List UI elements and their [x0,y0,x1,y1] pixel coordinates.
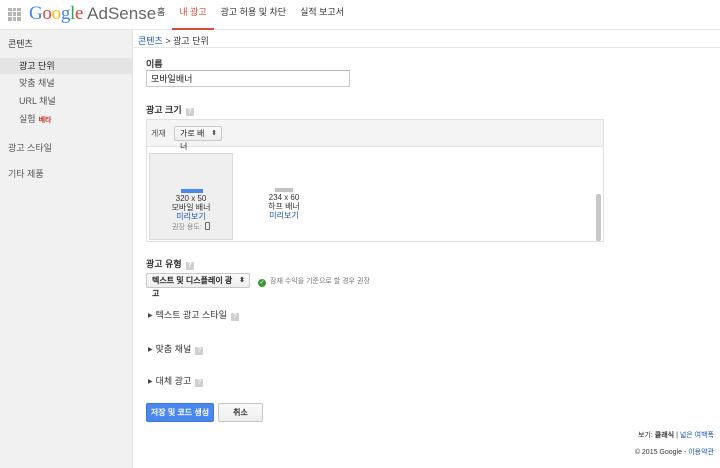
ad-type-recommendation: ✓ 잠재 수익을 기준으로 할 경우 권장 [258,276,370,287]
cancel-button[interactable]: 취소 [218,403,263,422]
recommended-usage: 권장 용도: [172,222,210,232]
section-text-ad-style-label: 텍스트 광고 스타일 [155,310,227,320]
terms-link[interactable]: 이용약관 [688,449,714,456]
ad-type-select[interactable]: 텍스트 및 디스플레이 광고 ⬍ [146,273,250,298]
view-mode-switcher: 보기: 클래식 | 넓은 여백폭 [638,430,714,440]
sidebar-item-other-products[interactable]: 기타 제품 [8,167,44,180]
ad-size-scrollbar[interactable] [596,194,601,241]
beta-badge: 베타 [38,117,52,124]
nav-allow-block-ads[interactable]: 광고 허용 및 차단 [214,0,293,30]
placement-select[interactable]: 가로 배너 ⬍ [174,126,222,151]
logo-google-text: Google [29,3,84,24]
ad-size-option-320x50[interactable]: 320 x 50 모바일 배너 미리보기 권장 용도: [149,153,233,240]
placement-filter-label: 게재 [151,129,166,138]
ad-type-label: 광고 유형? [146,257,194,270]
ad-size-filter-bar: 게재 가로 배너 ⬍ [147,120,603,151]
ad-type-label-text: 광고 유형 [146,259,182,269]
nav-performance-reports[interactable]: 실적 보고서 [293,0,351,30]
expand-caret-icon: ▶ [148,347,153,353]
name-label: 이름 [146,59,163,69]
nav-my-ads[interactable]: 내 광고 [172,0,214,30]
recommended-label: 권장 용도: [172,224,202,231]
sidebar-item-experiments[interactable]: 실험 베타 [0,111,133,127]
backup-ads-help-icon[interactable]: ? [195,379,204,387]
expand-caret-icon: ▶ [148,379,153,385]
expand-caret-icon: ▶ [148,313,153,319]
banner-thumbnail-320x50 [181,189,203,193]
placement-select-value: 가로 배너 [180,129,205,151]
preview-link-234x60[interactable]: 미리보기 [242,211,326,220]
ad-size-320x50-text: 320 x 50 모바일 배너 미리보기 [150,194,232,221]
ad-type-note-text: 잠재 수익을 기준으로 할 경우 권장 [270,278,370,285]
sidebar-item-experiments-label: 실험 [19,114,36,124]
banner-thumbnail-234x60 [275,188,293,192]
breadcrumb: 콘텐츠 > 광고 단위 [138,34,209,47]
select-arrows-icon: ⬍ [239,277,245,284]
sidebar-item-ad-units[interactable]: 광고 단위 [0,58,133,74]
section-custom-channels[interactable]: ▶ 맞춤 채널? [148,342,204,355]
section-text-ad-style[interactable]: ▶ 텍스트 광고 스타일? [148,308,239,321]
breadcrumb-current: 광고 단위 [173,36,209,46]
copyright-footer: © 2015 Google - 이용약관 [635,447,714,457]
sidebar-heading-content[interactable]: 콘텐츠 [8,37,33,50]
ad-size-name: 하프 배너 [268,202,300,211]
ad-size-option-234x60[interactable]: 234 x 60 하프 배너 미리보기 [242,153,326,240]
ad-size-panel: 게재 가로 배너 ⬍ 320 x 50 모바일 배너 미리보기 권장 용도: 2… [146,119,604,242]
section-backup-ads-label: 대체 광고 [155,376,192,386]
ad-size-help-icon[interactable]: ? [185,108,194,116]
preview-link-320x50[interactable]: 미리보기 [150,212,232,221]
ad-size-label-text: 광고 크기 [146,105,182,115]
ad-size-name: 모바일 배너 [171,203,211,212]
custom-channels-help-icon[interactable]: ? [195,347,204,355]
ad-size-234x60-text: 234 x 60 하프 배너 미리보기 [242,193,326,220]
mobile-phone-icon [204,222,210,230]
section-backup-ads[interactable]: ▶ 대체 광고? [148,374,204,387]
copyright-text: © 2015 Google - [634,449,687,456]
sidebar: 콘텐츠 광고 단위 맞춤 채널 URL 채널 실험 베타 광고 스타일 기타 제품 [0,30,133,468]
text-ad-style-help-icon[interactable]: ? [230,313,239,321]
check-circle-icon: ✓ [258,279,266,287]
breadcrumb-divider [133,47,720,48]
sidebar-item-ad-styles[interactable]: 광고 스타일 [8,141,52,154]
apps-grid-icon[interactable] [8,7,21,21]
sidebar-item-url-channels[interactable]: URL 채널 [0,93,133,109]
sidebar-item-custom-channels[interactable]: 맞춤 채널 [0,75,133,91]
logo-adsense-text: AdSense [87,4,157,23]
select-arrows-icon: ⬍ [211,130,217,137]
ad-size-dims: 320 x 50 [175,194,207,203]
nav-home[interactable]: 홈 [150,0,172,30]
ad-type-select-value: 텍스트 및 디스플레이 광고 [152,276,233,298]
google-adsense-logo[interactable]: Google AdSense [8,3,156,25]
breadcrumb-content-link[interactable]: 콘텐츠 [138,36,163,46]
ad-size-dims: 234 x 60 [268,193,300,202]
view-current: 클래식 [654,432,675,439]
top-bar: Google AdSense 홈 내 광고 광고 허용 및 차단 실적 보고서 [0,0,720,30]
view-separator: | [676,432,678,439]
ad-unit-name-input[interactable] [146,70,350,87]
save-and-get-code-button[interactable]: 저장 및 코드 생성 [146,403,214,422]
top-navigation: 홈 내 광고 광고 허용 및 차단 실적 보고서 [150,0,351,30]
breadcrumb-separator: > [165,36,171,46]
ad-type-help-icon[interactable]: ? [185,262,194,270]
section-custom-channels-label: 맞춤 채널 [155,344,192,354]
view-wide-link[interactable]: 넓은 여백폭 [680,432,714,439]
ad-size-label: 광고 크기? [146,103,194,116]
view-prefix: 보기: [638,432,653,439]
